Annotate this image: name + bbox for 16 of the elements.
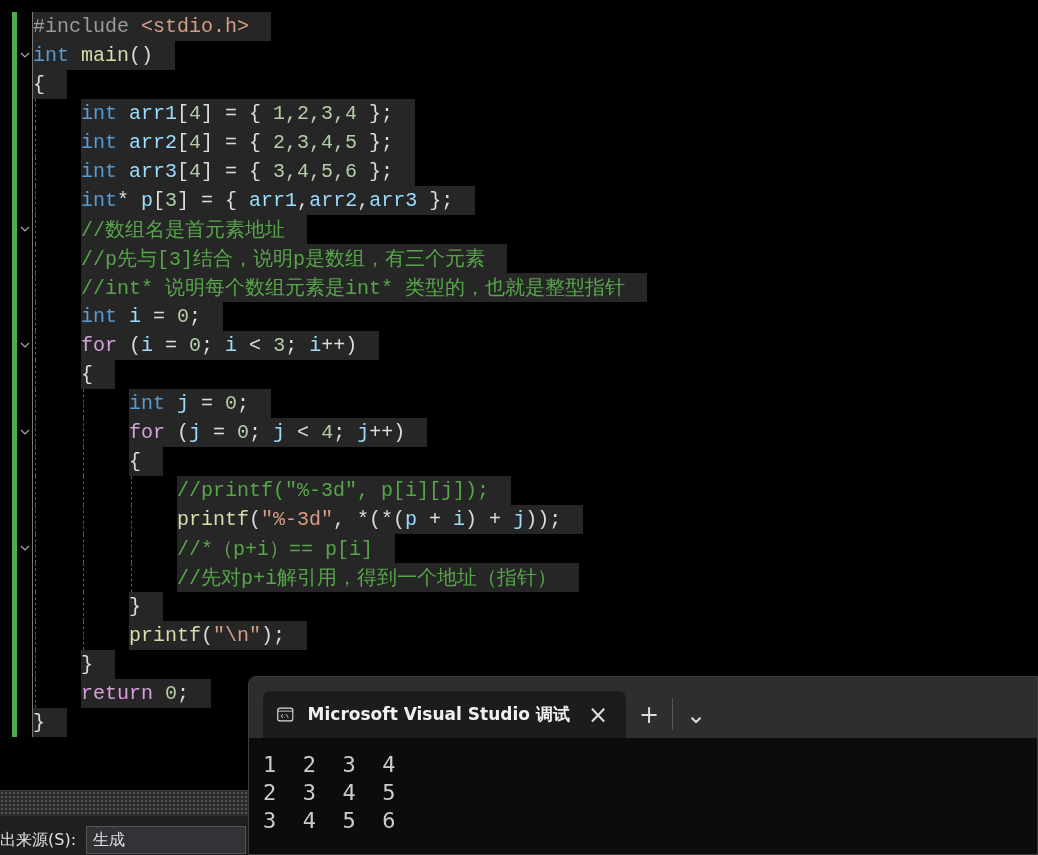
tab-title: Microsoft Visual Studio 调试: [307, 703, 570, 726]
new-tab-button[interactable]: +: [626, 691, 672, 738]
output-line: 2 3 4 5: [263, 779, 396, 807]
close-tab-button[interactable]: ×: [583, 700, 612, 729]
output-source-label: 出来源(S):: [0, 829, 77, 851]
tab-dropdown-button[interactable]: ⌄: [673, 691, 719, 738]
console-icon: [277, 705, 294, 724]
terminal-tab[interactable]: Microsoft Visual Studio 调试 ×: [263, 691, 626, 738]
output-line: 3 4 5 6: [263, 807, 396, 835]
collapse-chevron-icon[interactable]: [20, 342, 31, 349]
output-source-dropdown[interactable]: 生成: [86, 826, 247, 854]
collapse-chevron-icon[interactable]: [20, 429, 31, 436]
collapse-chevron-icon[interactable]: [20, 545, 31, 552]
collapse-chevron-icon[interactable]: [20, 52, 31, 59]
output-line: 1 2 3 4: [263, 751, 396, 779]
collapse-chevron-icon[interactable]: [20, 226, 31, 233]
